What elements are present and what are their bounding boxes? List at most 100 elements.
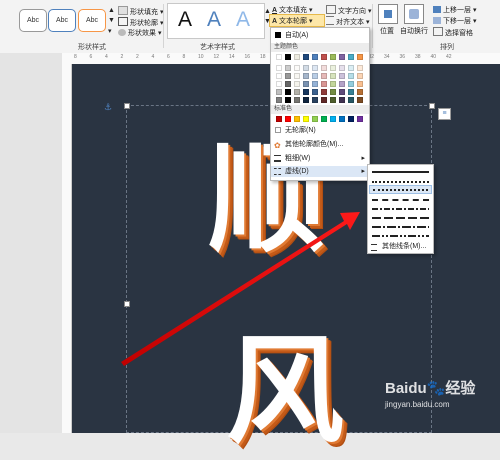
black-swatch-icon bbox=[275, 32, 281, 38]
color-swatch[interactable] bbox=[276, 97, 282, 103]
menu-item-no-outline[interactable]: 无轮廓(N) bbox=[271, 125, 369, 136]
color-swatch[interactable] bbox=[294, 73, 300, 79]
standard-color-swatch[interactable] bbox=[321, 116, 327, 122]
color-swatch[interactable] bbox=[294, 65, 300, 71]
dashes-icon bbox=[274, 168, 281, 175]
color-swatch[interactable] bbox=[294, 89, 300, 95]
color-swatch[interactable] bbox=[285, 97, 291, 103]
color-swatch[interactable] bbox=[357, 73, 363, 79]
text-outline-menu: 自动(A) 主题颜色 标准色 无轮廓(N) ✿ 其他轮廓颜色(M)... 粗细(… bbox=[270, 27, 370, 181]
color-swatch[interactable] bbox=[330, 89, 336, 95]
color-swatch[interactable] bbox=[348, 89, 354, 95]
palette-icon: ✿ bbox=[274, 141, 281, 150]
color-swatch[interactable] bbox=[321, 81, 327, 87]
color-swatch[interactable] bbox=[339, 73, 345, 79]
color-swatch[interactable] bbox=[330, 54, 336, 60]
color-swatch[interactable] bbox=[330, 97, 336, 103]
color-swatch[interactable] bbox=[357, 81, 363, 87]
dash-option-dash[interactable] bbox=[369, 195, 432, 204]
standard-color-swatch[interactable] bbox=[357, 116, 363, 122]
standard-color-swatch[interactable] bbox=[285, 116, 291, 122]
standard-color-swatch[interactable] bbox=[348, 116, 354, 122]
color-swatch[interactable] bbox=[357, 54, 363, 60]
color-swatch[interactable] bbox=[285, 89, 291, 95]
color-swatch[interactable] bbox=[348, 65, 354, 71]
color-swatch[interactable] bbox=[294, 97, 300, 103]
baidu-watermark: Baidu🐾经验 jingyan.baidu.com bbox=[385, 377, 475, 409]
standard-color-swatch[interactable] bbox=[330, 116, 336, 122]
no-outline-icon bbox=[275, 127, 281, 133]
color-swatch[interactable] bbox=[339, 97, 345, 103]
color-swatch[interactable] bbox=[330, 65, 336, 71]
color-swatch[interactable] bbox=[339, 81, 345, 87]
color-swatch[interactable] bbox=[321, 97, 327, 103]
dash-option-square-dot[interactable] bbox=[369, 185, 432, 194]
submenu-arrow-icon: ▸ bbox=[361, 155, 365, 162]
menu-item-more-lines[interactable]: 其他线条(M)... bbox=[368, 241, 433, 252]
color-swatch[interactable] bbox=[312, 81, 318, 87]
watermark-brand-cn: 经验 bbox=[445, 380, 476, 397]
color-swatch[interactable] bbox=[303, 73, 309, 79]
line-weight-icon bbox=[274, 155, 281, 162]
submenu-arrow-icon: ▸ bbox=[361, 168, 365, 175]
color-swatch[interactable] bbox=[276, 73, 282, 79]
color-swatch[interactable] bbox=[285, 73, 291, 79]
dash-option-solid[interactable] bbox=[369, 167, 432, 176]
dash-option-long-dash-dot[interactable] bbox=[369, 222, 432, 231]
color-swatch[interactable] bbox=[357, 65, 363, 71]
color-swatch[interactable] bbox=[339, 89, 345, 95]
color-swatch[interactable] bbox=[339, 65, 345, 71]
lines-icon bbox=[371, 244, 377, 251]
color-swatch[interactable] bbox=[303, 54, 309, 60]
dash-style-submenu: 其他线条(M)... bbox=[367, 164, 434, 254]
color-swatch[interactable] bbox=[312, 73, 318, 79]
watermark-url: jingyan.baidu.com bbox=[385, 400, 450, 409]
menu-item-more-colors[interactable]: ✿ 其他轮廓颜色(M)... bbox=[271, 139, 369, 150]
color-swatch[interactable] bbox=[348, 54, 354, 60]
color-swatch[interactable] bbox=[276, 54, 282, 60]
color-swatch[interactable] bbox=[285, 65, 291, 71]
color-swatch[interactable] bbox=[312, 89, 318, 95]
dash-option-dash-dot[interactable] bbox=[369, 204, 432, 213]
color-swatch[interactable] bbox=[294, 54, 300, 60]
dash-option-long-dash-dot-dot[interactable] bbox=[369, 231, 432, 240]
watermark-brand: Baidu bbox=[385, 380, 427, 397]
paw-icon: 🐾 bbox=[426, 380, 446, 397]
color-swatch[interactable] bbox=[312, 97, 318, 103]
color-swatch[interactable] bbox=[294, 81, 300, 87]
color-swatch[interactable] bbox=[321, 73, 327, 79]
standard-color-swatch[interactable] bbox=[303, 116, 309, 122]
standard-color-swatch[interactable] bbox=[339, 116, 345, 122]
menu-item-weight[interactable]: 粗细(W) ▸ bbox=[271, 153, 369, 164]
color-swatch[interactable] bbox=[348, 73, 354, 79]
color-swatch[interactable] bbox=[276, 89, 282, 95]
standard-color-swatch[interactable] bbox=[276, 116, 282, 122]
dash-option-long-dash[interactable] bbox=[369, 213, 432, 222]
standard-colors-header: 标准色 bbox=[271, 105, 369, 114]
color-swatch[interactable] bbox=[303, 97, 309, 103]
color-swatch[interactable] bbox=[357, 89, 363, 95]
color-swatch[interactable] bbox=[321, 54, 327, 60]
color-swatch[interactable] bbox=[357, 97, 363, 103]
color-swatch[interactable] bbox=[321, 89, 327, 95]
color-swatch[interactable] bbox=[330, 81, 336, 87]
color-swatch[interactable] bbox=[312, 65, 318, 71]
color-swatch[interactable] bbox=[285, 81, 291, 87]
theme-colors-header: 主题颜色 bbox=[271, 43, 369, 52]
color-swatch[interactable] bbox=[339, 54, 345, 60]
color-swatch[interactable] bbox=[348, 81, 354, 87]
color-swatch[interactable] bbox=[303, 81, 309, 87]
color-swatch[interactable] bbox=[330, 73, 336, 79]
color-swatch[interactable] bbox=[303, 89, 309, 95]
color-swatch[interactable] bbox=[321, 65, 327, 71]
color-swatch[interactable] bbox=[276, 81, 282, 87]
menu-item-dashes[interactable]: 虚线(D) ▸ bbox=[271, 166, 369, 177]
color-swatch[interactable] bbox=[285, 54, 291, 60]
color-swatch[interactable] bbox=[348, 97, 354, 103]
standard-color-swatch[interactable] bbox=[294, 116, 300, 122]
color-swatch[interactable] bbox=[312, 54, 318, 60]
color-swatch[interactable] bbox=[276, 65, 282, 71]
menu-item-auto[interactable]: 自动(A) bbox=[271, 30, 369, 41]
color-swatch[interactable] bbox=[303, 65, 309, 71]
standard-color-swatch[interactable] bbox=[312, 116, 318, 122]
